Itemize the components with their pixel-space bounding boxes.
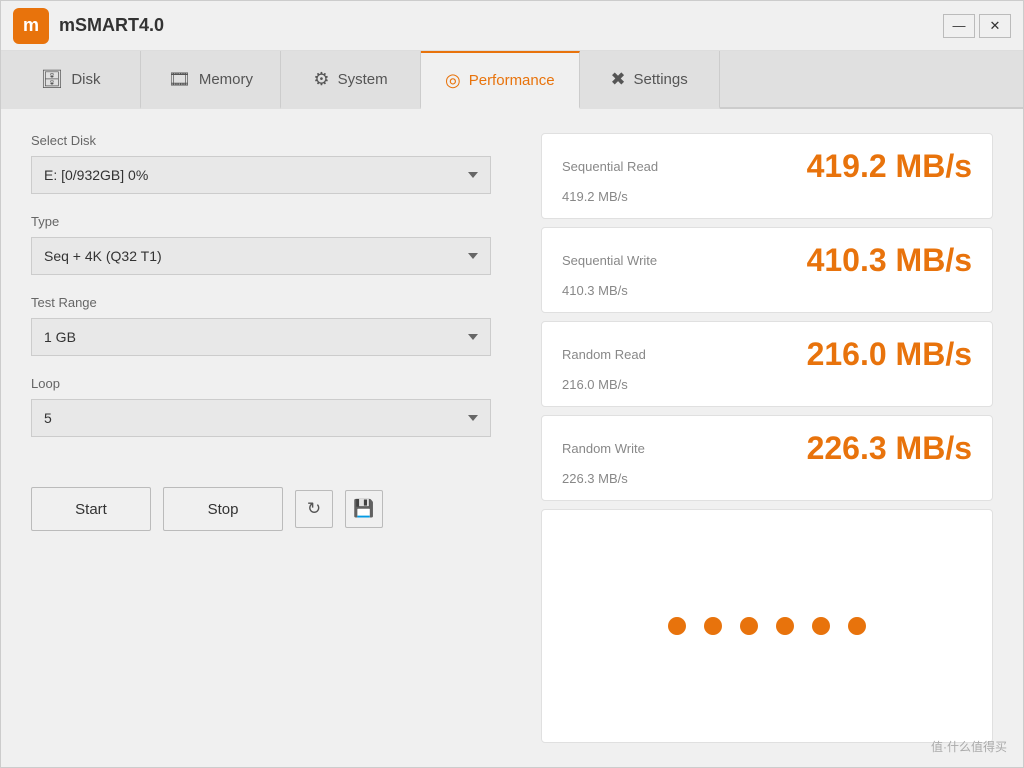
watermark: 值·什么值得买 bbox=[931, 738, 1007, 755]
sequential-write-card: Sequential Write 410.3 MB/s 410.3 MB/s bbox=[541, 227, 993, 313]
memory-icon: 🎞 bbox=[168, 69, 191, 90]
test-range-label: Test Range bbox=[31, 295, 511, 310]
random-read-value-large: 216.0 MB/s bbox=[807, 336, 972, 373]
test-range-dropdown[interactable]: 1 GB bbox=[31, 318, 491, 356]
loop-label: Loop bbox=[31, 376, 511, 391]
tab-settings-label: Settings bbox=[634, 71, 688, 88]
random-read-label: Random Read bbox=[562, 347, 646, 362]
stop-button[interactable]: Stop bbox=[163, 487, 283, 531]
close-button[interactable]: ✕ bbox=[979, 14, 1011, 38]
disk-icon: 🗄 bbox=[40, 69, 63, 90]
progress-dot-2 bbox=[704, 617, 722, 635]
loop-group: Loop 5 bbox=[31, 376, 511, 437]
minimize-button[interactable]: — bbox=[943, 14, 975, 38]
sequential-read-label: Sequential Read bbox=[562, 159, 658, 174]
sequential-read-value-large: 419.2 MB/s bbox=[807, 148, 972, 185]
tab-disk-label: Disk bbox=[71, 71, 100, 88]
refresh-button[interactable]: ↻ bbox=[295, 490, 333, 528]
dots-card bbox=[541, 509, 993, 743]
sequential-read-value-small: 419.2 MB/s bbox=[562, 189, 972, 204]
random-read-card: Random Read 216.0 MB/s 216.0 MB/s bbox=[541, 321, 993, 407]
tab-system-label: System bbox=[338, 71, 388, 88]
progress-dot-6 bbox=[848, 617, 866, 635]
app-logo: m bbox=[13, 8, 49, 44]
tab-performance[interactable]: ◎ Performance bbox=[421, 51, 580, 109]
start-button[interactable]: Start bbox=[31, 487, 151, 531]
content-area: Select Disk E: [0/932GB] 0% Type Seq + 4… bbox=[1, 109, 1023, 767]
select-disk-label: Select Disk bbox=[31, 133, 511, 148]
tab-memory-label: Memory bbox=[199, 71, 253, 88]
progress-dot-4 bbox=[776, 617, 794, 635]
save-button[interactable]: 💾 bbox=[345, 490, 383, 528]
tab-performance-label: Performance bbox=[469, 72, 555, 89]
random-write-value-small: 226.3 MB/s bbox=[562, 471, 972, 486]
tabs-bar: 🗄 Disk 🎞 Memory ⚙ System ◎ Performance ✖… bbox=[1, 51, 1023, 109]
progress-dot-3 bbox=[740, 617, 758, 635]
tab-disk[interactable]: 🗄 Disk bbox=[1, 51, 141, 109]
tab-system[interactable]: ⚙ System bbox=[281, 51, 421, 109]
random-read-value-small: 216.0 MB/s bbox=[562, 377, 972, 392]
random-write-label: Random Write bbox=[562, 441, 645, 456]
sequential-write-top: Sequential Write 410.3 MB/s bbox=[562, 242, 972, 279]
title-bar: m mSMART4.0 — ✕ bbox=[1, 1, 1023, 51]
tab-settings[interactable]: ✖ Settings bbox=[580, 51, 720, 109]
window-controls: — ✕ bbox=[943, 14, 1011, 38]
sequential-read-card: Sequential Read 419.2 MB/s 419.2 MB/s bbox=[541, 133, 993, 219]
random-write-value-large: 226.3 MB/s bbox=[807, 430, 972, 467]
loop-dropdown[interactable]: 5 bbox=[31, 399, 491, 437]
random-read-top: Random Read 216.0 MB/s bbox=[562, 336, 972, 373]
progress-dot-5 bbox=[812, 617, 830, 635]
test-range-group: Test Range 1 GB bbox=[31, 295, 511, 356]
sequential-write-value-small: 410.3 MB/s bbox=[562, 283, 972, 298]
sequential-read-top: Sequential Read 419.2 MB/s bbox=[562, 148, 972, 185]
random-write-top: Random Write 226.3 MB/s bbox=[562, 430, 972, 467]
left-panel: Select Disk E: [0/932GB] 0% Type Seq + 4… bbox=[31, 133, 511, 743]
select-disk-dropdown[interactable]: E: [0/932GB] 0% bbox=[31, 156, 491, 194]
random-write-card: Random Write 226.3 MB/s 226.3 MB/s bbox=[541, 415, 993, 501]
type-group: Type Seq + 4K (Q32 T1) bbox=[31, 214, 511, 275]
select-disk-group: Select Disk E: [0/932GB] 0% bbox=[31, 133, 511, 194]
tab-memory[interactable]: 🎞 Memory bbox=[141, 51, 281, 109]
type-dropdown[interactable]: Seq + 4K (Q32 T1) bbox=[31, 237, 491, 275]
system-icon: ⚙ bbox=[313, 69, 329, 90]
main-window: m mSMART4.0 — ✕ 🗄 Disk 🎞 Memory ⚙ System… bbox=[0, 0, 1024, 768]
type-label: Type bbox=[31, 214, 511, 229]
sequential-write-label: Sequential Write bbox=[562, 253, 657, 268]
buttons-row: Start Stop ↻ 💾 bbox=[31, 487, 511, 531]
right-panel: Sequential Read 419.2 MB/s 419.2 MB/s Se… bbox=[541, 133, 993, 743]
performance-icon: ◎ bbox=[445, 70, 461, 91]
sequential-write-value-large: 410.3 MB/s bbox=[807, 242, 972, 279]
app-title: mSMART4.0 bbox=[59, 15, 164, 36]
settings-icon: ✖ bbox=[610, 69, 625, 90]
progress-dot-1 bbox=[668, 617, 686, 635]
title-bar-left: m mSMART4.0 bbox=[13, 8, 164, 44]
